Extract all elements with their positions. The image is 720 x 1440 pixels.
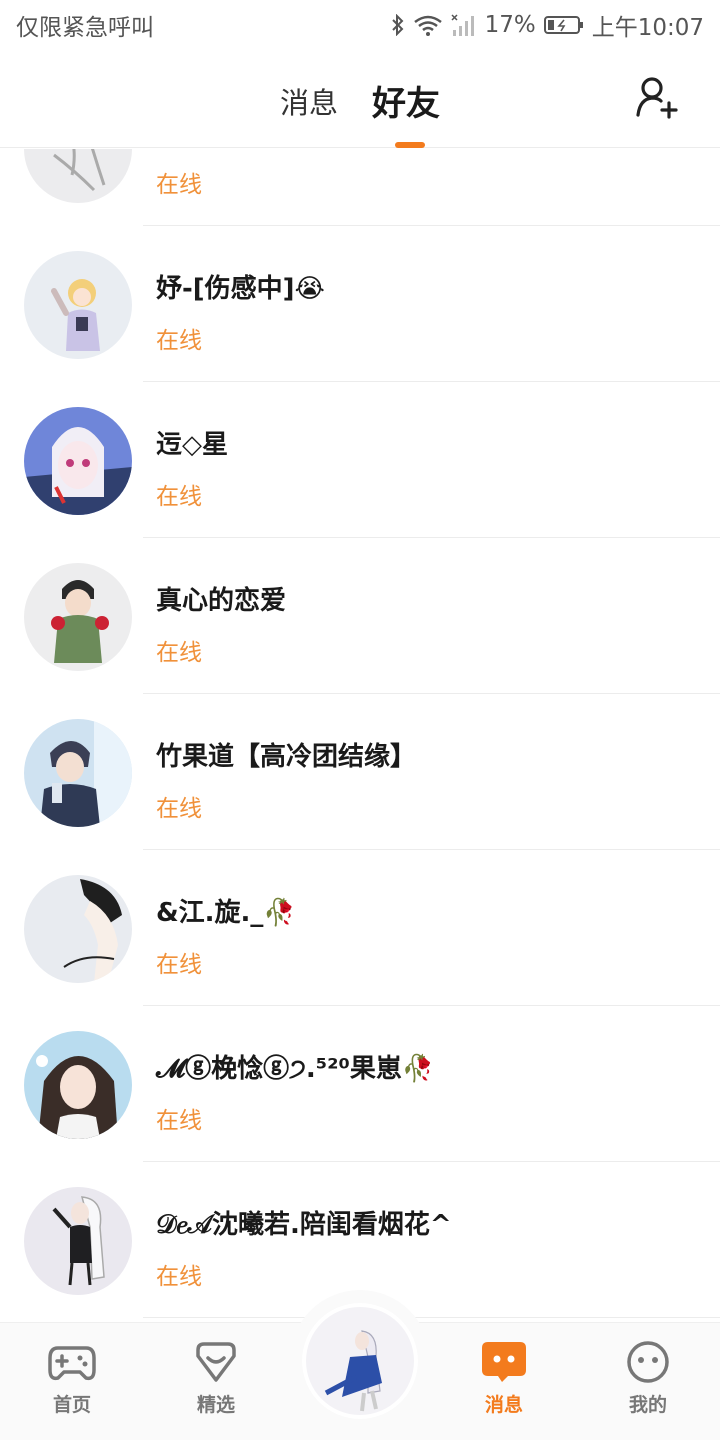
gamepad-icon [48,1340,96,1384]
avatar [306,1307,414,1415]
signal-icon [451,14,477,36]
friend-row[interactable]: 竹果道【高冷团结缘】 在线 [0,694,720,850]
nav-home-label: 首页 [52,1394,91,1416]
online-status: 在线 [156,172,202,198]
online-status: 在线 [156,796,202,822]
bluetooth-icon [391,14,405,36]
friend-name: 妤-[伤感中]😭 [156,274,325,304]
tab-messages[interactable]: 消息 [280,80,338,129]
nav-me-label: 我的 [628,1394,667,1416]
active-tab-indicator [395,142,425,148]
online-status: 在线 [156,328,202,354]
status-bar: 仅限紧急呼叫 17% 上午10:07 [0,0,720,50]
status-indicators: 17% 上午10:07 [391,8,704,42]
nav-me[interactable]: 我的 [603,1340,693,1417]
friend-name: 𝓜ⓖ梚惗ⓖ੭.⁵²⁰果崽🥀 [156,1054,435,1084]
avatar [24,1031,132,1139]
avatar [24,1187,132,1295]
center-profile-button[interactable] [306,1307,414,1415]
friend-row[interactable]: 妤-[伤感中]😭 在线 [0,226,720,382]
friend-name: 迃◇星 [156,430,228,460]
heart-chat-icon [192,1340,240,1384]
message-bubble-icon [480,1340,528,1384]
avatar [24,875,132,983]
online-status: 在线 [156,640,202,666]
battery-icon [543,14,584,36]
friend-row[interactable]: 在线 [0,149,720,226]
top-tabs: 消息 好友 [0,80,720,129]
friend-name: 𝒟𝑒𝒜沈曦若.陪闺看烟花^ [156,1210,452,1240]
nav-messages-label: 消息 [484,1394,523,1416]
nav-featured[interactable]: 精选 [171,1340,261,1417]
avatar [24,719,132,827]
friend-row[interactable]: 真心的恋爱 在线 [0,538,720,694]
friend-row[interactable]: 迃◇星 在线 [0,382,720,538]
friend-name: &江.旋._🥀 [156,898,296,928]
online-status: 在线 [156,484,202,510]
battery-percent: 17% [484,12,536,38]
wifi-icon [413,14,443,36]
add-friend-button[interactable] [634,75,680,121]
nav-home[interactable]: 首页 [27,1340,117,1417]
online-status: 在线 [156,952,202,978]
friend-row[interactable]: &江.旋._🥀 在线 [0,850,720,1006]
friend-row[interactable]: 𝓜ⓖ梚惗ⓖ੭.⁵²⁰果崽🥀 在线 [0,1006,720,1162]
header: 消息 好友 [0,50,720,148]
nav-featured-label: 精选 [196,1394,235,1416]
tab-friends[interactable]: 好友 [372,76,440,125]
avatar [24,251,132,359]
friend-name: 真心的恋爱 [156,586,287,616]
online-status: 在线 [156,1264,202,1290]
online-status: 在线 [156,1108,202,1134]
carrier-text: 仅限紧急呼叫 [16,15,154,41]
clock: 上午10:07 [591,15,704,41]
face-icon [624,1340,672,1384]
avatar [24,563,132,671]
add-user-icon [636,77,678,119]
avatar [24,149,132,203]
friend-list[interactable]: 在线 妤-[伤感中]😭 在线 迃◇星 在线 真心的恋爱 在线 竹果道【高冷团结缘… [0,149,720,1324]
nav-messages[interactable]: 消息 [459,1340,549,1417]
friend-name: 竹果道【高冷团结缘】 [156,742,417,772]
avatar [24,407,132,515]
